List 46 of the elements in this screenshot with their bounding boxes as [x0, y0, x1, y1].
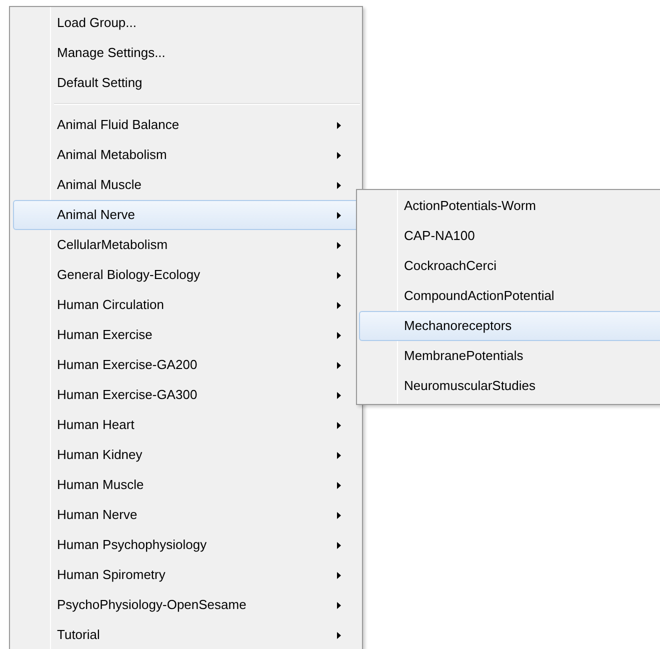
submenu-item[interactable]: CompoundActionPotential — [359, 281, 660, 311]
menu-item[interactable]: Animal Metabolism — [13, 140, 359, 170]
menu-item[interactable]: Human Muscle — [13, 470, 359, 500]
submenu-arrow-icon — [337, 362, 341, 369]
menu-item[interactable]: Human Circulation — [13, 290, 359, 320]
menu-item[interactable]: Human Psychophysiology — [13, 530, 359, 560]
menu-item[interactable]: General Biology-Ecology — [13, 260, 359, 290]
submenu-arrow-icon — [337, 542, 341, 549]
submenu-item[interactable]: NeuromuscularStudies — [359, 371, 660, 401]
submenu-arrow-icon — [337, 452, 341, 459]
submenu-arrow-icon — [337, 302, 341, 309]
submenu-item[interactable]: ActionPotentials-Worm — [359, 191, 660, 221]
menu-item[interactable]: Load Group... — [13, 8, 359, 38]
menu-item[interactable]: Human Heart — [13, 410, 359, 440]
submenu-arrow-icon — [337, 212, 341, 219]
menu-item[interactable]: Human Exercise-GA200 — [13, 350, 359, 380]
submenu-arrow-icon — [337, 512, 341, 519]
submenu-arrow-icon — [337, 242, 341, 249]
menu-item[interactable]: Animal Fluid Balance — [13, 110, 359, 140]
submenu-arrow-icon — [337, 632, 341, 639]
submenu-item[interactable]: CAP-NA100 — [359, 221, 660, 251]
menu-item[interactable]: Human Exercise — [13, 320, 359, 350]
menu-item[interactable]: Default Setting — [13, 68, 359, 98]
menu-item[interactable]: Animal Nerve — [13, 200, 359, 230]
menu-item[interactable]: PsychoPhysiology-OpenSesame — [13, 590, 359, 620]
menu-item[interactable]: Animal Muscle — [13, 170, 359, 200]
menu-item[interactable]: CellularMetabolism — [13, 230, 359, 260]
submenu-arrow-icon — [337, 122, 341, 129]
submenu-arrow-icon — [337, 572, 341, 579]
submenu-item[interactable]: MembranePotentials — [359, 341, 660, 371]
menu-item[interactable]: Human Nerve — [13, 500, 359, 530]
menu-item[interactable]: Tutorial — [13, 620, 359, 649]
submenu-arrow-icon — [337, 392, 341, 399]
submenu-arrow-icon — [337, 152, 341, 159]
menu-item[interactable]: Manage Settings... — [13, 38, 359, 68]
menu-item[interactable]: Human Exercise-GA300 — [13, 380, 359, 410]
submenu-arrow-icon — [337, 332, 341, 339]
menu-item[interactable]: Human Kidney — [13, 440, 359, 470]
submenu-arrow-icon — [337, 602, 341, 609]
submenu-item[interactable]: Mechanoreceptors — [359, 311, 660, 341]
submenu-arrow-icon — [337, 482, 341, 489]
menu-item[interactable]: Human Spirometry — [13, 560, 359, 590]
submenu-item[interactable]: CockroachCerci — [359, 251, 660, 281]
submenu-arrow-icon — [337, 422, 341, 429]
submenu-arrow-icon — [337, 182, 341, 189]
submenu-arrow-icon — [337, 272, 341, 279]
